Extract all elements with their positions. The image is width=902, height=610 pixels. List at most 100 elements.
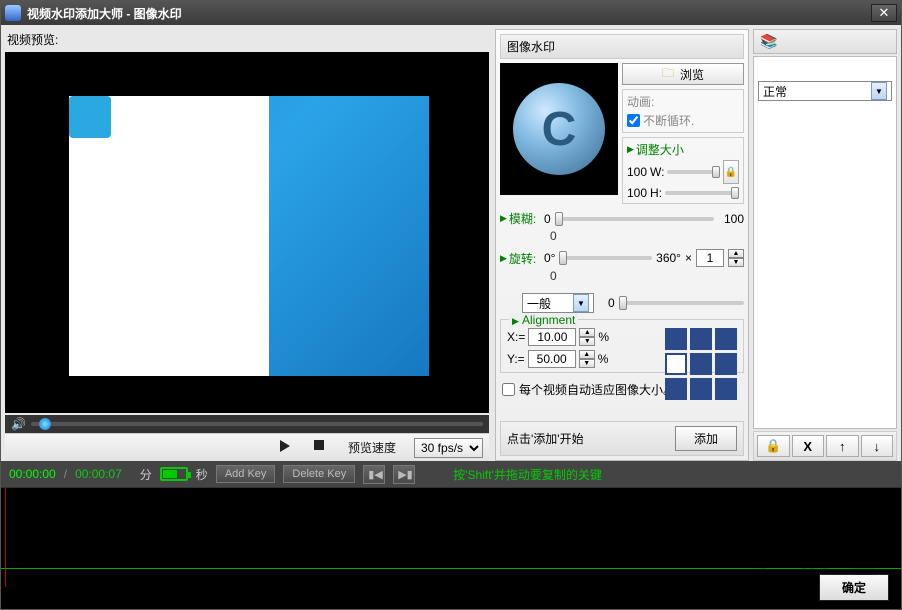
browse-button[interactable]: 🗀 浏览 [622,63,744,85]
browse-label: 浏览 [680,66,704,83]
preview-label: 视频预览: [5,29,489,52]
aspect-lock-button[interactable]: 🔒 [723,160,739,184]
blur-max: 100 [718,212,744,226]
height-value: 100 [627,186,647,200]
preview-column: 视频预览: 🔊 预览速度 30 fps/s [1,25,493,461]
align-bl[interactable] [665,378,687,400]
layer-lock-button[interactable]: 🔒 [757,435,790,457]
layers-list[interactable]: 正常 ▼ [753,56,897,429]
layer-delete-button[interactable]: X [792,435,825,457]
watermark-panel: 图像水印 C 🗀 浏览 动画: [493,25,751,461]
rotate-times-input[interactable] [696,249,724,267]
window-title: 视频水印添加大师 - 图像水印 [27,5,871,22]
delete-key-button[interactable]: Delete Key [283,465,355,483]
x-pct: % [598,330,609,344]
playhead[interactable] [5,488,6,587]
align-tr[interactable] [715,328,737,350]
speed-label: 预览速度 [348,439,396,456]
video-preview [5,52,489,413]
rotate-mult: × [685,251,692,265]
align-ml[interactable] [665,353,687,375]
seek-thumb[interactable] [39,418,51,430]
speed-select[interactable]: 30 fps/s [414,438,483,458]
volume-icon[interactable]: 🔊 [11,417,25,431]
loop-checkbox[interactable] [627,114,640,127]
timeline: 00:00:00 / 00:00:07 分 秒 Add Key Delete K… [1,461,901,609]
prev-key-button[interactable]: ▮◀ [363,465,385,484]
y-pct: % [598,352,609,366]
playback-controls: 预览速度 30 fps/s [5,433,489,461]
align-tc[interactable] [690,328,712,350]
time-total: 00:00:07 [75,467,122,481]
blur-slider[interactable] [555,217,714,221]
expand-icon[interactable]: ▶ [627,144,634,155]
y-input[interactable] [528,350,576,368]
align-tl[interactable] [665,328,687,350]
resize-label: 调整大小 [636,141,684,158]
main-body: 视频预览: 🔊 预览速度 30 fps/s [1,25,901,461]
rotate-value: 0 [550,269,744,283]
animation-label: 动画: [627,95,654,109]
y-spinner[interactable]: ▲▼ [579,350,595,368]
watermark-heading: 图像水印 [500,34,744,59]
layers-toolbar: 🔒 X ↑ ↓ [753,431,897,461]
preview-frame [69,96,429,376]
add-button[interactable]: 添加 [675,426,737,451]
seek-track[interactable] [31,422,483,426]
zoom-indicator[interactable] [160,467,188,481]
seek-bar[interactable]: 🔊 [5,415,489,433]
rotate-min: 0° [544,251,555,265]
next-key-button[interactable]: ▶▮ [393,465,415,484]
play-button[interactable] [280,440,296,456]
blur-min: 0 [544,212,551,226]
preview-watermark-icon [69,96,111,138]
align-br[interactable] [715,378,737,400]
blend-mode-value: 一般 [527,295,551,312]
stop-button[interactable] [314,440,330,456]
autofit-checkbox[interactable] [502,383,515,396]
height-slider[interactable] [665,191,739,195]
align-bc[interactable] [690,378,712,400]
x-input[interactable] [528,328,576,346]
preview-window-overlay [69,96,269,376]
title-bar: 视频水印添加大师 - 图像水印 ✕ [1,1,901,25]
rotate-times-spinner[interactable]: ▲▼ [728,249,744,267]
rotate-slider[interactable] [559,256,652,260]
animation-group: 动画: 不断循环. [622,89,744,133]
width-value: 100 [627,165,647,179]
layers-heading: 📚 [753,29,897,54]
dropdown-icon: ▼ [871,82,887,100]
x-spinner[interactable]: ▲▼ [579,328,595,346]
layer-up-button[interactable]: ↑ [826,435,859,457]
blur-label: 模糊: [509,210,536,227]
blend-mode-select[interactable]: 一般 ▼ [522,293,594,313]
ok-button[interactable]: 确定 [819,574,889,601]
y-label: Y:= [507,352,525,366]
mode-slider[interactable] [619,301,744,305]
layer-mode-select[interactable]: 正常 ▼ [758,81,892,101]
blur-value: 0 [550,229,744,243]
folder-icon: 🗀 [662,64,674,85]
loop-checkbox-row[interactable]: 不断循环. [627,112,739,129]
rotate-label: 旋转: [509,250,536,267]
align-mr[interactable] [715,353,737,375]
alignment-group: ▶ Alignment X:= ▲▼ % Y:= ▲▼ % [500,319,744,373]
timeline-hint: 按'Shift'并拖动要复制的关键 [453,466,602,483]
watermark-footer: 点击'添加'开始 添加 [500,421,744,456]
width-label: W: [650,165,664,179]
width-slider[interactable] [667,170,720,174]
add-key-button[interactable]: Add Key [216,465,276,483]
height-label: H: [650,186,662,200]
watermark-thumbnail: C [500,63,618,195]
add-hint: 点击'添加'开始 [507,430,584,447]
alignment-legend: Alignment [522,313,575,327]
timeline-toolbar: 00:00:00 / 00:00:07 分 秒 Add Key Delete K… [1,461,901,487]
close-button[interactable]: ✕ [871,4,897,22]
alignment-grid [665,328,737,400]
align-mc[interactable] [690,353,712,375]
layers-panel: 📚 正常 ▼ 🔒 X ↑ ↓ [751,25,901,461]
rotate-max: 360° [656,251,681,265]
layer-down-button[interactable]: ↓ [861,435,894,457]
autofit-label: 每个视频自动适应图像大小。 [519,381,675,398]
resize-group: ▶调整大小 100 W: 🔒 100 H: [622,137,744,204]
